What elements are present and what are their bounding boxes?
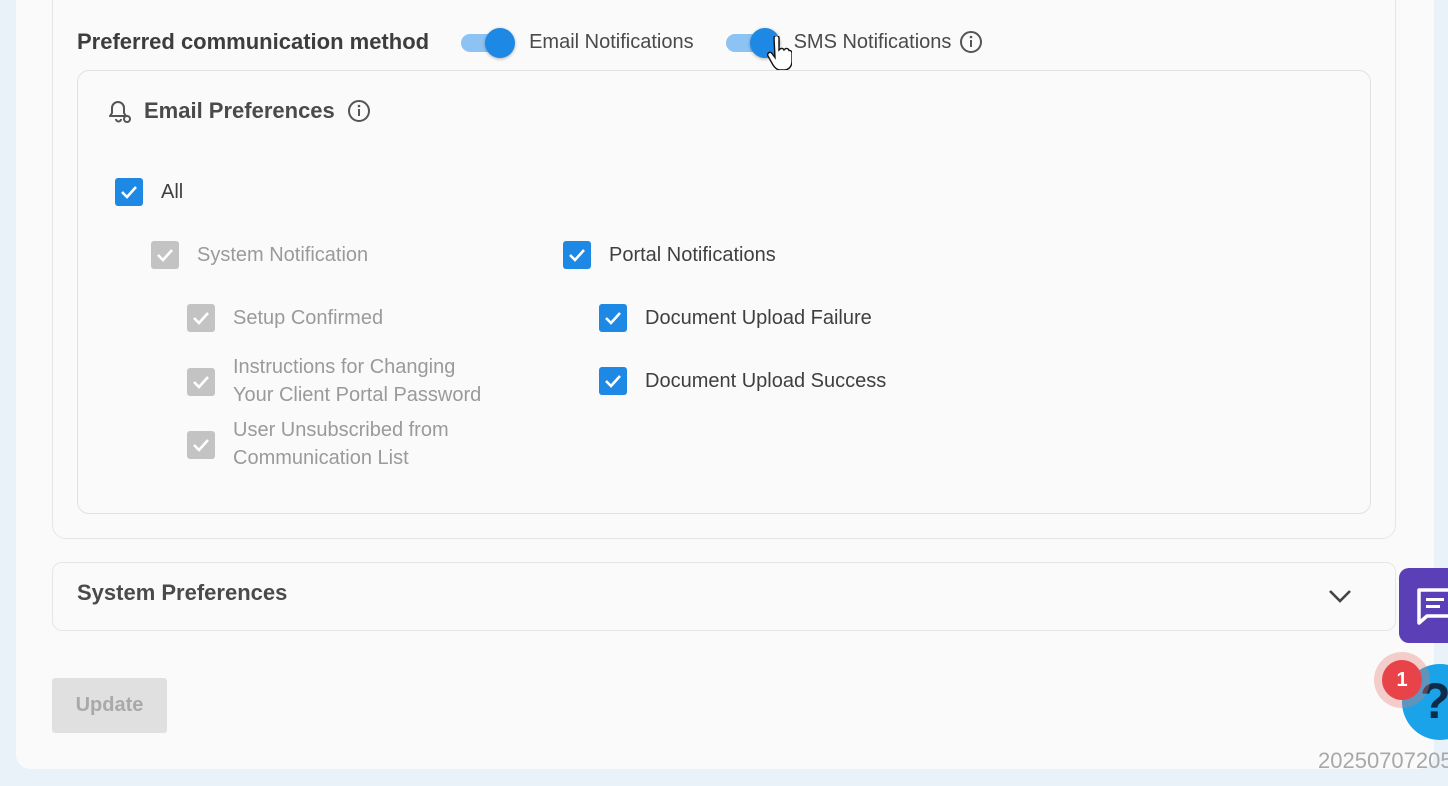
system-notification-label: System Notification — [197, 244, 369, 266]
document-upload-success-label: Document Upload Success — [645, 370, 887, 392]
update-button[interactable]: Update — [52, 678, 167, 733]
check-icon — [605, 312, 621, 325]
chevron-down-icon[interactable] — [1326, 584, 1354, 608]
check-icon — [193, 312, 209, 325]
chat-icon — [1417, 588, 1448, 625]
system-notification-checkbox[interactable] — [151, 241, 179, 269]
email-preferences-title: Email Preferences — [144, 98, 335, 123]
system-preferences-title: System Preferences — [77, 580, 288, 605]
notification-count-badge: 1 — [1382, 660, 1422, 700]
all-label: All — [161, 181, 184, 203]
chat-widget-button[interactable] — [1399, 568, 1448, 643]
check-icon — [605, 375, 621, 388]
check-icon — [193, 376, 209, 389]
document-upload-failure-label: Document Upload Failure — [645, 307, 872, 329]
setup-confirmed-row: Setup Confirmed — [187, 304, 383, 332]
email-notifications-label: Email Notifications — [529, 30, 694, 53]
document-upload-failure-row: Document Upload Failure — [599, 304, 872, 332]
document-upload-success-checkbox[interactable] — [599, 367, 627, 395]
user-unsubscribed-label: User Unsubscribed from Communication Lis… — [233, 416, 449, 472]
portal-notifications-checkbox[interactable] — [563, 241, 591, 269]
label-line: Your Client Portal Password — [233, 384, 482, 406]
info-icon[interactable] — [347, 99, 371, 123]
user-unsubscribed-row: User Unsubscribed from Communication Lis… — [187, 416, 449, 472]
preferred-communication-title: Preferred communication method — [77, 29, 430, 54]
document-upload-failure-checkbox[interactable] — [599, 304, 627, 332]
timestamp-watermark: 20250707205 — [1318, 748, 1448, 773]
check-icon — [569, 249, 585, 262]
email-preferences-header: Email Preferences — [104, 96, 371, 126]
change-password-instructions-checkbox[interactable] — [187, 368, 215, 396]
setup-confirmed-label: Setup Confirmed — [233, 307, 384, 329]
change-password-instructions-row: Instructions for Changing Your Client Po… — [187, 353, 481, 409]
document-upload-success-row: Document Upload Success — [599, 367, 886, 395]
check-icon — [121, 186, 137, 199]
email-notifications-toggle[interactable] — [459, 27, 517, 58]
user-unsubscribed-checkbox[interactable] — [187, 431, 215, 459]
portal-notifications-label: Portal Notifications — [609, 244, 776, 266]
info-icon[interactable] — [959, 30, 983, 54]
all-checkbox-row: All — [115, 178, 183, 206]
setup-confirmed-checkbox[interactable] — [187, 304, 215, 332]
label-line: Communication List — [233, 447, 409, 469]
portal-notifications-row: Portal Notifications — [563, 241, 776, 269]
label-line: User Unsubscribed from — [233, 419, 449, 441]
check-icon — [157, 249, 173, 262]
system-notification-row: System Notification — [151, 241, 368, 269]
bell-settings-icon — [109, 101, 131, 123]
check-icon — [193, 439, 209, 452]
change-password-instructions-label: Instructions for Changing Your Client Po… — [233, 353, 481, 409]
all-checkbox[interactable] — [115, 178, 143, 206]
hand-cursor-icon — [766, 36, 792, 71]
preferred-communication-row: Preferred communication method Email Not… — [77, 24, 983, 60]
sms-notifications-label: SMS Notifications — [793, 30, 952, 53]
label-line: Instructions for Changing — [233, 356, 456, 378]
toggle-knob — [485, 28, 516, 58]
